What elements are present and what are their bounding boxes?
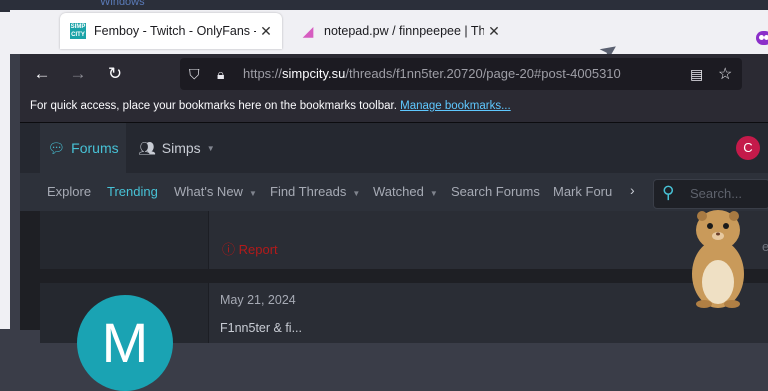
window-edge xyxy=(0,12,10,329)
subnav-whats-new[interactable]: What's New ▼ xyxy=(174,184,257,199)
nav-tab-simps[interactable]: 👥︎ Simps ▼ xyxy=(138,123,215,173)
bookmarks-toolbar: For quick access, place your bookmarks h… xyxy=(20,94,768,122)
simpcity-icon: SIMP CITY xyxy=(70,23,86,39)
navigation-toolbar: ← → ↻ ⛉ 🔒︎ https://simpcity.su/threads/f… xyxy=(20,54,768,94)
chevron-down-icon: ▼ xyxy=(352,189,361,198)
subnav-label: What's New xyxy=(174,184,243,199)
subnav-watched[interactable]: Watched ▼ xyxy=(373,184,438,199)
subnav-label: Watched xyxy=(373,184,424,199)
bookmarks-hint: For quick access, place your bookmarks h… xyxy=(30,100,397,112)
page-content: 💬︎ Forums 👥︎ Simps ▼ C Explore Trending … xyxy=(20,122,768,391)
subnav-find-threads[interactable]: Find Threads ▼ xyxy=(270,184,360,199)
user-avatar[interactable]: C xyxy=(736,136,760,160)
subnav-explore[interactable]: Explore xyxy=(47,184,91,199)
chevron-down-icon: ▼ xyxy=(248,189,257,198)
lock-icon[interactable]: 🔒︎ xyxy=(217,66,224,83)
bookmark-star-icon[interactable]: ☆ xyxy=(718,64,732,84)
search-placeholder: Search... xyxy=(690,186,743,201)
nav-tab-label: Forums xyxy=(71,140,119,156)
browser-window: ← → ↻ ⛉ 🔒︎ https://simpcity.su/threads/f… xyxy=(20,54,768,391)
tab-bar: SIMP CITY Femboy - Twitch - OnlyFans - F … xyxy=(10,10,768,66)
notepad-icon: ◢ xyxy=(302,23,314,39)
reader-view-icon[interactable]: ▤ xyxy=(690,66,703,83)
nav-tab-forums[interactable]: 💬︎ Forums xyxy=(40,123,126,173)
subnav-label: Find Threads xyxy=(270,184,347,199)
post-user-column: M xyxy=(40,283,209,391)
url-scheme: https:// xyxy=(243,66,283,81)
subnav-search-forums[interactable]: Search Forums xyxy=(451,184,540,199)
report-link[interactable]: ⓘ Report xyxy=(222,239,278,258)
subnav-mark-forums[interactable]: Mark Foru xyxy=(553,184,612,199)
sub-navigation: Explore Trending What's New ▼ Find Thread… xyxy=(20,173,768,211)
chevron-down-icon: ▼ xyxy=(429,189,438,198)
tab-notepad[interactable]: ◢ notepad.pw / finnpeepee | The ✕ xyxy=(290,13,510,49)
search-icon: ⚲ xyxy=(662,183,675,202)
post-date[interactable]: May 21, 2024 xyxy=(220,293,296,307)
chevron-right-icon[interactable]: › xyxy=(630,182,635,198)
post-action-text[interactable]: e xyxy=(762,239,768,254)
url-bar[interactable]: ⛉ 🔒︎ https://simpcity.su/threads/f1nn5te… xyxy=(180,58,742,90)
desktop-label: Windows xyxy=(100,0,145,8)
url-text[interactable]: https://simpcity.su/threads/f1nn5ter.207… xyxy=(243,66,621,81)
close-tab-icon[interactable]: ✕ xyxy=(484,23,504,40)
warning-icon: ⓘ xyxy=(222,242,236,257)
report-label: Report xyxy=(238,242,278,257)
tab-title: Femboy - Twitch - OnlyFans - F xyxy=(94,24,256,38)
post-body: F1nn5ter & fi... xyxy=(220,321,302,335)
close-tab-icon[interactable]: ✕ xyxy=(256,23,276,40)
hamster-sticker-image xyxy=(692,210,744,308)
reload-icon[interactable]: ↻ xyxy=(102,62,128,86)
nav-tab-label: Simps xyxy=(161,140,201,156)
post-user-column xyxy=(40,211,209,269)
private-browsing-icon xyxy=(756,31,768,45)
chevron-down-icon: ▼ xyxy=(206,143,215,153)
chat-bubble-icon: 💬︎ xyxy=(47,139,66,156)
users-icon: 👥︎ xyxy=(138,139,156,156)
back-arrow-icon[interactable]: ← xyxy=(29,62,55,86)
forward-arrow-icon[interactable]: → xyxy=(65,62,91,86)
post-previous: ⓘ Report e xyxy=(40,211,768,269)
post-next: M May 21, 2024 F1nn5ter & fi... xyxy=(40,283,768,391)
tab-title: notepad.pw / finnpeepee | The xyxy=(324,24,484,38)
site-header: 💬︎ Forums 👥︎ Simps ▼ C xyxy=(20,123,768,173)
poster-avatar[interactable]: M xyxy=(77,295,173,391)
manage-bookmarks-link[interactable]: Manage bookmarks... xyxy=(400,100,511,112)
url-host: simpcity.su xyxy=(282,66,346,81)
tab-femboy[interactable]: SIMP CITY Femboy - Twitch - OnlyFans - F … xyxy=(60,13,282,49)
shield-icon[interactable]: ⛉ xyxy=(189,66,200,83)
subnav-trending[interactable]: Trending xyxy=(107,184,158,199)
url-path: /threads/f1nn5ter.20720/page-20#post-400… xyxy=(345,66,621,81)
